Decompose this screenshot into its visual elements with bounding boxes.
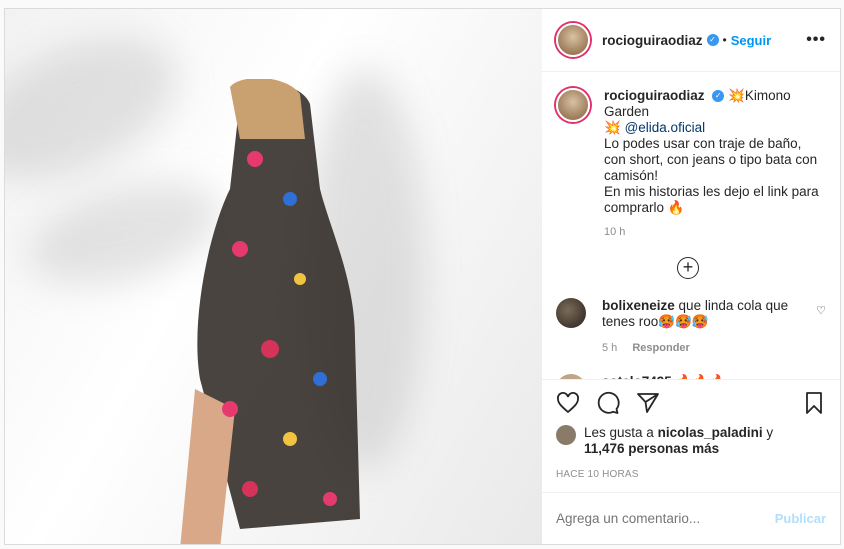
comment-item: bolixeneize que linda cola que tenes roo… <box>556 298 826 356</box>
publish-button[interactable]: Publicar <box>775 511 826 526</box>
add-comment-bar: Publicar <box>542 492 840 544</box>
comment-item: sotelo7495 🔥🔥🔥 ♡ <box>556 374 826 379</box>
comments-area: rocioguiraodiaz ✓ 💥Kimono Garden 💥 @elid… <box>542 72 840 379</box>
liker-username[interactable]: nicolas_paladini <box>658 425 763 440</box>
likes-summary: Les gusta a nicolas_paladini y 11,476 pe… <box>542 425 840 457</box>
model-figure <box>180 77 370 544</box>
commenter-avatar[interactable] <box>556 298 586 328</box>
comment-bubble-icon[interactable] <box>596 391 620 415</box>
caption-username[interactable]: rocioguiraodiaz <box>604 88 705 103</box>
caption-line4: En mis historias les dejo el link para c… <box>604 184 819 215</box>
reply-button[interactable]: Responder <box>632 342 689 354</box>
post-modal: rocioguiraodiaz ✓ • Seguir ••• rocioguir… <box>4 8 841 545</box>
caption: rocioguiraodiaz ✓ 💥Kimono Garden 💥 @elid… <box>556 88 826 240</box>
paper-plane-icon[interactable] <box>636 391 660 415</box>
comment-input[interactable] <box>556 511 775 526</box>
author-username[interactable]: rocioguiraodiaz <box>602 33 703 48</box>
author-avatar[interactable] <box>556 23 590 57</box>
heart-icon[interactable] <box>556 391 580 415</box>
likes-joiner: y <box>766 425 774 440</box>
verified-badge-icon: ✓ <box>712 90 725 103</box>
comment-time: 5 h <box>602 342 618 354</box>
post-image[interactable] <box>5 9 542 544</box>
caption-mention[interactable]: @elida.oficial <box>625 120 706 135</box>
caption-avatar[interactable] <box>556 88 590 122</box>
likes-prefix: Les gusta a <box>584 425 654 440</box>
caption-line3: Lo podes usar con traje de baño, con sho… <box>604 136 818 183</box>
separator-dot: • <box>722 33 727 47</box>
bookmark-icon[interactable] <box>802 391 826 415</box>
commenter-username[interactable]: sotelo7495 <box>602 374 672 379</box>
post-header: rocioguiraodiaz ✓ • Seguir ••• <box>542 9 840 72</box>
likes-count[interactable]: 11,476 personas más <box>584 441 719 456</box>
load-more-comments-button[interactable]: + <box>677 257 699 279</box>
follow-button[interactable]: Seguir <box>731 33 771 48</box>
liker-avatar[interactable] <box>556 425 576 445</box>
post-actions <box>542 379 840 425</box>
more-options-icon[interactable]: ••• <box>806 31 826 49</box>
comment-like-icon[interactable]: ♡ <box>816 304 826 356</box>
commenter-avatar[interactable] <box>556 374 586 379</box>
post-sidebar: rocioguiraodiaz ✓ • Seguir ••• rocioguir… <box>542 9 840 544</box>
post-time: HACE 10 HORAS <box>556 469 639 480</box>
comment-text: 🔥🔥🔥 <box>676 374 726 379</box>
commenter-username[interactable]: bolixeneize <box>602 298 675 313</box>
verified-badge-icon: ✓ <box>706 34 719 46</box>
caption-time: 10 h <box>604 226 626 238</box>
caption-line2-prefix: 💥 <box>604 120 621 135</box>
